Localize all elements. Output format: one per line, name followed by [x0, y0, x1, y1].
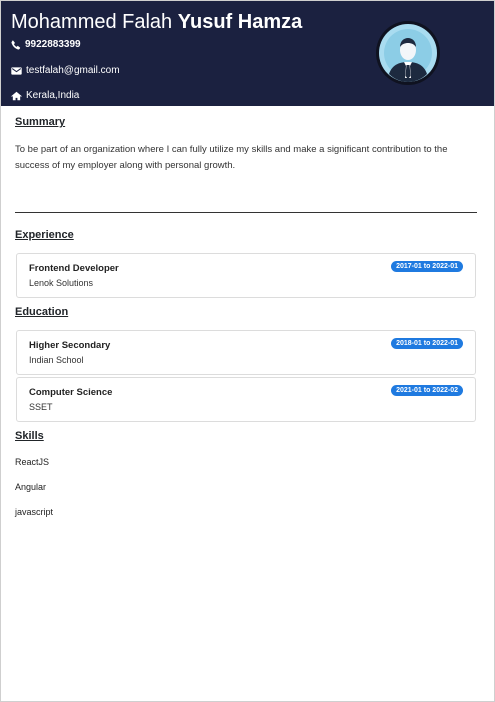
section-divider	[15, 212, 477, 213]
date-badge: 2017-01 to 2022-01	[391, 261, 463, 272]
education-card: Computer Science SSET 2021-01 to 2022-02	[16, 377, 476, 422]
last-name: Yusuf Hamza	[177, 11, 303, 33]
company-name: Lenok Solutions	[29, 278, 94, 288]
job-title: Frontend Developer	[29, 263, 119, 274]
date-badge: 2018-01 to 2022-01	[391, 338, 463, 349]
first-name: Mohammed Falah	[11, 11, 173, 33]
experience-heading: Experience	[15, 229, 74, 241]
date-badge: 2021-01 to 2022-02	[391, 385, 463, 396]
full-name: Mohammed Falah Yusuf Hamza	[11, 9, 302, 35]
degree-title: Computer Science	[29, 387, 113, 398]
experience-card: Frontend Developer Lenok Solutions 2017-…	[16, 253, 476, 298]
email-address[interactable]: testfalah@gmail.com	[26, 64, 120, 78]
contact-phone: 9922883399	[11, 38, 81, 52]
skill-item: ReactJS	[15, 457, 50, 467]
summary-heading: Summary	[15, 116, 66, 128]
education-heading: Education	[15, 306, 69, 318]
skill-item: javascript	[15, 507, 54, 517]
degree-title: Higher Secondary	[29, 340, 111, 351]
resume-page: Mohammed Falah Yusuf Hamza 9922883399 te…	[0, 0, 495, 702]
home-icon	[11, 91, 22, 101]
school-name: Indian School	[29, 355, 84, 365]
school-name: SSET	[29, 402, 53, 412]
user-avatar	[376, 21, 440, 85]
contact-location: Kerala,India	[11, 89, 79, 103]
phone-number: 9922883399	[25, 39, 81, 50]
skill-item: Angular	[15, 482, 47, 492]
contact-email: testfalah@gmail.com	[11, 64, 120, 78]
skills-heading: Skills	[15, 430, 44, 442]
resume-header: Mohammed Falah Yusuf Hamza 9922883399 te…	[1, 1, 494, 106]
email-icon	[11, 66, 22, 76]
phone-icon	[11, 40, 21, 50]
location-text: Kerala,India	[26, 90, 80, 101]
summary-text: To be part of an organization where I ca…	[15, 144, 448, 171]
education-card: Higher Secondary Indian School 2018-01 t…	[16, 330, 476, 375]
